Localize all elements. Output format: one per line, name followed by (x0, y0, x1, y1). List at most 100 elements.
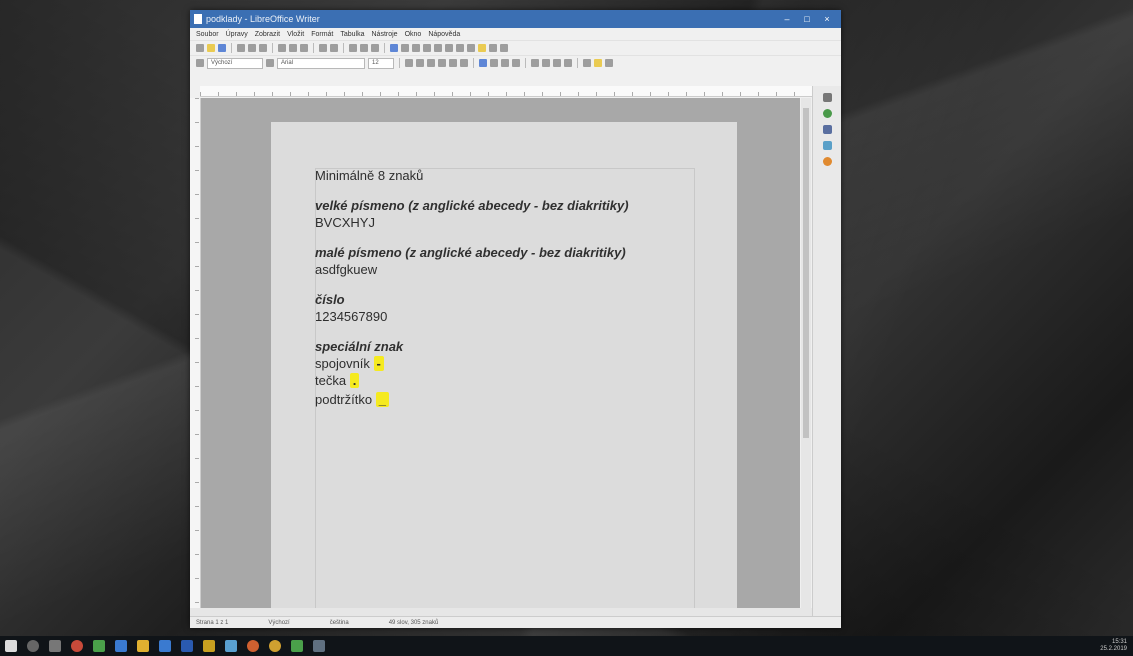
menu-edit[interactable]: Úpravy (226, 31, 248, 38)
task-view-icon[interactable] (49, 640, 61, 652)
close-button[interactable]: × (817, 14, 837, 24)
menu-window[interactable]: Okno (405, 31, 422, 38)
print-preview-icon[interactable] (259, 44, 267, 52)
page-count: Strana 1 z 1 (196, 619, 229, 626)
vertical-ruler[interactable] (190, 98, 201, 608)
highlight-color-icon[interactable] (594, 59, 602, 67)
menu-format[interactable]: Formát (311, 31, 333, 38)
special-item-char: - (373, 356, 384, 371)
strikethrough-icon[interactable] (438, 59, 446, 67)
document-text[interactable]: Minimálně 8 znaků velké písmeno (z angli… (315, 167, 629, 408)
photos-icon[interactable] (203, 640, 215, 652)
spellcheck-icon[interactable] (360, 44, 368, 52)
menu-insert[interactable]: Vložit (287, 31, 304, 38)
paste-icon[interactable] (300, 44, 308, 52)
superscript-icon[interactable] (449, 59, 457, 67)
maximize-button[interactable]: □ (797, 14, 817, 24)
cut-icon[interactable] (278, 44, 286, 52)
insert-textbox-icon[interactable] (423, 44, 431, 52)
start-icon[interactable] (5, 640, 17, 652)
horizontal-scrollbar[interactable] (190, 608, 812, 616)
document-area[interactable]: Minimálně 8 znaků velké písmeno (z angli… (201, 98, 800, 608)
menu-tools[interactable]: Nástroje (372, 31, 398, 38)
menu-view[interactable]: Zobrazit (255, 31, 280, 38)
menu-file[interactable]: Soubor (196, 31, 219, 38)
explorer-icon[interactable] (137, 640, 149, 652)
properties-icon[interactable] (822, 109, 832, 118)
scroll-thumb[interactable] (803, 108, 809, 438)
shapes-icon[interactable] (500, 44, 508, 52)
insert-chart-icon[interactable] (412, 44, 420, 52)
number-heading: číslo (315, 292, 345, 307)
document-page[interactable]: Minimálně 8 znaků velké písmeno (z angli… (271, 122, 737, 608)
paragraph-style-select[interactable]: Výchozí (207, 57, 263, 69)
menu-help[interactable]: Nápověda (428, 31, 460, 38)
underline-icon[interactable] (427, 59, 435, 67)
gallery-icon[interactable] (822, 141, 832, 150)
firefox-icon[interactable] (225, 640, 237, 652)
background-color-icon[interactable] (605, 59, 613, 67)
mail-icon[interactable] (181, 640, 193, 652)
font-color-icon[interactable] (583, 59, 591, 67)
print-icon[interactable] (248, 44, 256, 52)
title-bar: podklady - LibreOffice Writer – □ × (190, 10, 841, 28)
styles-icon[interactable] (196, 59, 204, 67)
font-size-select[interactable]: 12 (368, 57, 394, 69)
misc-app-icon[interactable] (313, 640, 325, 652)
styles-deck-icon[interactable] (822, 125, 832, 134)
navigator-icon[interactable] (822, 157, 832, 166)
undo-icon[interactable] (319, 44, 327, 52)
insert-image-icon[interactable] (401, 44, 409, 52)
export-pdf-icon[interactable] (237, 44, 245, 52)
hyperlink-icon[interactable] (467, 44, 475, 52)
libreoffice-icon[interactable] (93, 640, 105, 652)
minimize-button[interactable]: – (777, 14, 797, 24)
numbering-icon[interactable] (542, 59, 550, 67)
store-icon[interactable] (159, 640, 171, 652)
italic-icon[interactable] (416, 59, 424, 67)
outdent-icon[interactable] (564, 59, 572, 67)
sidebar-menu-icon[interactable] (822, 93, 832, 102)
subscript-icon[interactable] (460, 59, 468, 67)
find-icon[interactable] (349, 44, 357, 52)
align-center-icon[interactable] (490, 59, 498, 67)
align-right-icon[interactable] (501, 59, 509, 67)
search-icon[interactable] (27, 640, 39, 652)
excel-icon[interactable] (269, 640, 281, 652)
insert-field-icon[interactable] (445, 44, 453, 52)
special-heading: speciální znak (315, 339, 404, 354)
status-bar: Strana 1 z 1 Výchozí čeština 49 slov, 30… (190, 616, 841, 628)
bullets-icon[interactable] (531, 59, 539, 67)
formatting-toolbar: Výchozí Arial 12 (190, 55, 841, 70)
track-changes-icon[interactable] (489, 44, 497, 52)
new-icon[interactable] (196, 44, 204, 52)
language[interactable]: čeština (330, 620, 349, 626)
insert-table-icon[interactable] (390, 44, 398, 52)
horizontal-ruler[interactable] (200, 86, 812, 97)
edge-icon[interactable] (115, 640, 127, 652)
copy-icon[interactable] (289, 44, 297, 52)
separator (525, 58, 526, 68)
insert-pagebreak-icon[interactable] (434, 44, 442, 52)
media-icon[interactable] (247, 640, 259, 652)
update-style-icon[interactable] (266, 59, 274, 67)
writer-taskbar-icon[interactable] (291, 640, 303, 652)
formatting-marks-icon[interactable] (371, 44, 379, 52)
justify-icon[interactable] (512, 59, 520, 67)
bold-icon[interactable] (405, 59, 413, 67)
vertical-scrollbar[interactable] (801, 98, 811, 608)
clock[interactable]: 15:31 25.2.2019 (1100, 639, 1127, 653)
save-icon[interactable] (218, 44, 226, 52)
special-item: spojovník - (315, 355, 629, 372)
open-icon[interactable] (207, 44, 215, 52)
indent-icon[interactable] (553, 59, 561, 67)
insert-special-char-icon[interactable] (456, 44, 464, 52)
comment-icon[interactable] (478, 44, 486, 52)
font-name-select[interactable]: Arial (277, 57, 365, 69)
separator (384, 43, 385, 53)
align-left-icon[interactable] (479, 59, 487, 67)
menu-table[interactable]: Tabulka (340, 31, 364, 38)
chrome-icon[interactable] (71, 640, 83, 652)
redo-icon[interactable] (330, 44, 338, 52)
special-item: tečka . (315, 372, 629, 389)
